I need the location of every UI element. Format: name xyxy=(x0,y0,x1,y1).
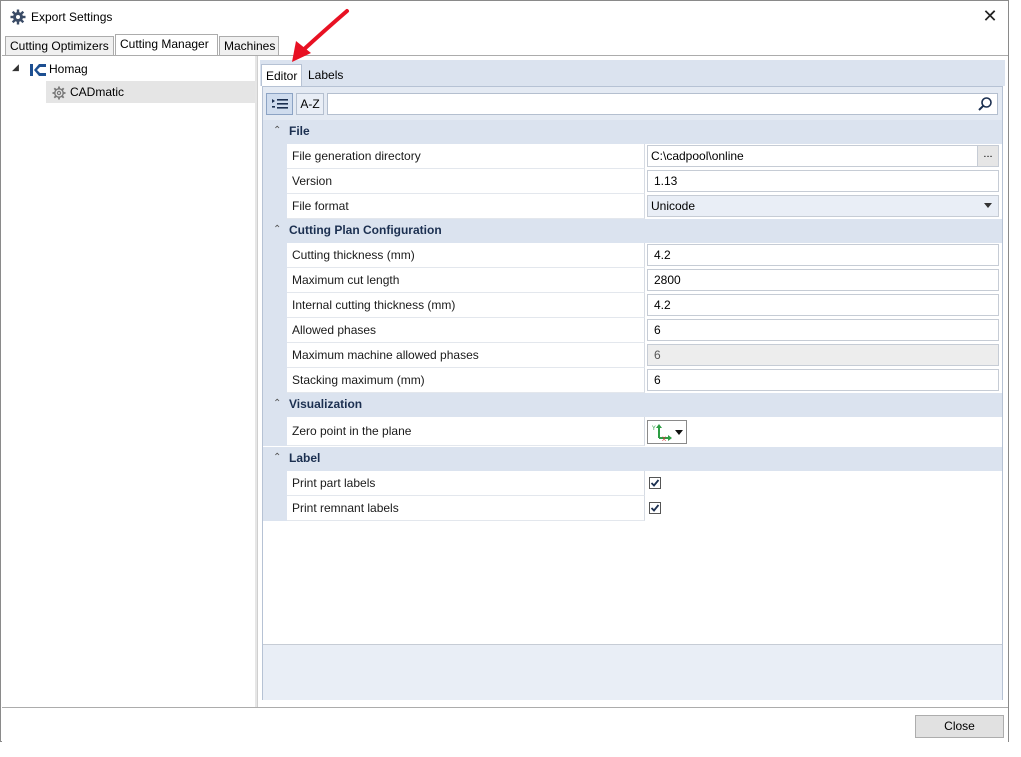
collapse-chevron-icon[interactable]: ⌃ xyxy=(273,224,283,235)
category-label: Cutting Plan Configuration xyxy=(289,223,442,237)
property-row: Allowed phases 6 xyxy=(263,318,1002,343)
svg-text:Y: Y xyxy=(651,425,656,432)
row-gutter xyxy=(263,194,287,219)
export-settings-window: Export Settings ✕ Cutting Optimizers Cut… xyxy=(0,0,1009,743)
property-row: Zero point in the plane Y X xyxy=(263,417,1002,446)
category-cutting-plan-configuration[interactable]: ⌃ Cutting Plan Configuration xyxy=(263,219,1002,243)
row-gutter xyxy=(263,243,287,268)
file-format-dropdown[interactable]: Unicode xyxy=(647,195,999,217)
categorized-view-button[interactable] xyxy=(266,93,293,115)
property-name: File generation directory xyxy=(287,144,645,169)
stacking-maximum-field[interactable]: 6 xyxy=(647,369,999,391)
tree-item-label: Homag xyxy=(49,62,88,76)
property-name: Maximum machine allowed phases xyxy=(287,343,645,368)
cutting-thickness-field[interactable]: 4.2 xyxy=(647,244,999,266)
gear-icon xyxy=(10,9,26,25)
row-gutter xyxy=(263,496,287,521)
property-grid-toolbar: A-Z xyxy=(263,87,1002,120)
category-visualization[interactable]: ⌃ Visualization xyxy=(263,393,1002,417)
category-label: Label xyxy=(289,451,321,465)
property-row: Maximum cut length 2800 xyxy=(263,268,1002,293)
chevron-down-icon xyxy=(675,430,683,435)
settings-panel: Editor Labels A-Z ⌃ File File generation… xyxy=(257,56,1008,708)
property-name: Print part labels xyxy=(287,471,645,496)
search-icon[interactable] xyxy=(977,96,993,112)
collapse-chevron-icon[interactable]: ⌃ xyxy=(273,398,283,409)
red-arrow-annotation xyxy=(292,9,349,62)
property-value: C:\cadpool\online xyxy=(651,149,744,163)
homag-logo-icon xyxy=(30,62,46,76)
tree-item-cadmatic[interactable]: CADmatic xyxy=(46,81,255,103)
property-name: Internal cutting thickness (mm) xyxy=(287,293,645,318)
dialog-footer: Close xyxy=(2,707,1008,743)
category-label: Visualization xyxy=(289,397,363,411)
file-generation-directory-field[interactable]: C:\cadpool\online ... xyxy=(647,145,999,167)
property-row: Stacking maximum (mm) 6 xyxy=(263,368,1002,393)
device-tree: ◢ Homag CADmatic xyxy=(2,56,255,708)
property-row: File format Unicode xyxy=(263,194,1002,219)
property-row: Version 1.13 xyxy=(263,169,1002,194)
property-row: Internal cutting thickness (mm) 4.2 xyxy=(263,293,1002,318)
property-row: Maximum machine allowed phases 6 xyxy=(263,343,1002,368)
collapse-chevron-icon[interactable]: ⌃ xyxy=(273,125,283,136)
maximum-cut-length-field[interactable]: 2800 xyxy=(647,269,999,291)
row-gutter xyxy=(263,293,287,318)
editor-tab-strip: Editor Labels xyxy=(260,60,1005,86)
title-bar: Export Settings ✕ xyxy=(1,1,1008,33)
category-file[interactable]: ⌃ File xyxy=(263,120,1002,144)
close-window-button[interactable]: ✕ xyxy=(980,6,1000,26)
dropdown-value: Unicode xyxy=(651,199,696,213)
chevron-down-icon xyxy=(984,203,992,208)
row-gutter xyxy=(263,343,287,368)
zero-point-dropdown[interactable]: Y X xyxy=(647,420,687,444)
property-grid-frame: A-Z ⌃ File File generation directory C:\… xyxy=(262,86,1003,700)
property-row: Print part labels xyxy=(263,471,1002,496)
version-field[interactable]: 1.13 xyxy=(647,170,999,192)
row-gutter xyxy=(263,169,287,194)
row-gutter xyxy=(263,268,287,293)
collapse-chevron-icon[interactable]: ⌃ xyxy=(273,452,283,463)
property-name: File format xyxy=(287,194,645,219)
maximum-machine-allowed-phases-field: 6 xyxy=(647,344,999,366)
row-gutter xyxy=(263,318,287,343)
property-name: Maximum cut length xyxy=(287,268,645,293)
property-name: Cutting thickness (mm) xyxy=(287,243,645,268)
property-row: Print remnant labels xyxy=(263,496,1002,521)
browse-button[interactable]: ... xyxy=(977,146,998,166)
row-gutter xyxy=(263,471,287,496)
window-title: Export Settings xyxy=(31,10,113,24)
print-remnant-labels-checkbox[interactable] xyxy=(649,502,661,514)
property-name: Zero point in the plane xyxy=(287,417,645,446)
row-gutter xyxy=(263,417,287,446)
tree-item-label: CADmatic xyxy=(70,85,125,99)
property-name: Print remnant labels xyxy=(287,496,645,521)
property-description-area xyxy=(263,644,1002,700)
allowed-phases-field[interactable]: 6 xyxy=(647,319,999,341)
row-gutter xyxy=(263,368,287,393)
property-row: Cutting thickness (mm) 4.2 xyxy=(263,243,1002,268)
svg-text:X: X xyxy=(662,436,666,441)
close-button[interactable]: Close xyxy=(915,715,1004,738)
axis-origin-icon: Y X xyxy=(651,423,673,444)
property-name: Allowed phases xyxy=(287,318,645,343)
tab-cutting-manager[interactable]: Cutting Manager xyxy=(115,34,218,56)
property-name: Stacking maximum (mm) xyxy=(287,368,645,393)
row-gutter xyxy=(263,144,287,169)
categorized-list-icon xyxy=(271,99,289,113)
category-label: File xyxy=(289,124,310,138)
property-name: Version xyxy=(287,169,645,194)
category-label-section[interactable]: ⌃ Label xyxy=(263,447,1002,471)
property-search-input[interactable] xyxy=(327,93,998,115)
internal-cutting-thickness-field[interactable]: 4.2 xyxy=(647,294,999,316)
property-row: File generation directory C:\cadpool\onl… xyxy=(263,144,1002,169)
print-part-labels-checkbox[interactable] xyxy=(649,477,661,489)
gear-icon xyxy=(52,85,66,100)
cutting-manager-panel: ◢ Homag CADmatic Editor Labels A-Z ⌃ Fil… xyxy=(2,55,1008,708)
tree-item-homag[interactable]: ◢ Homag xyxy=(2,58,255,80)
alphabetical-sort-button[interactable]: A-Z xyxy=(296,93,324,115)
tab-machines[interactable]: Machines xyxy=(219,36,279,55)
tree-expand-icon[interactable]: ◢ xyxy=(12,62,22,72)
tab-cutting-optimizers[interactable]: Cutting Optimizers xyxy=(5,36,114,55)
